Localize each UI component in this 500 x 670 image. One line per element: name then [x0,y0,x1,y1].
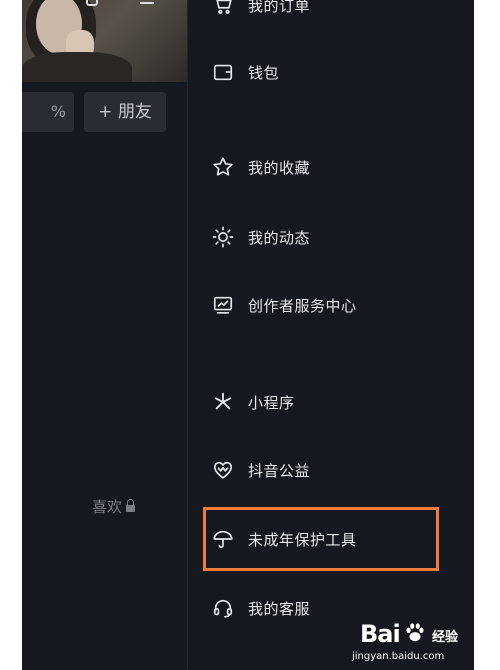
profile-action-button[interactable]: % [22,92,74,132]
chart-monitor-icon [212,294,234,316]
baidu-jingyan-watermark: Bai 经验 jingyan.baidu.com [352,618,470,668]
profile-panel: % + 朋友 喜欢 [22,0,187,670]
menu-item-label: 创作者服务中心 [248,296,357,315]
star-icon [212,156,234,178]
menu-item-label: 未成年保护工具 [248,530,357,549]
headset-icon [212,597,234,619]
menu-item-label: 我的订单 [248,0,311,15]
heart-icon [212,459,234,481]
menu-item-favorites[interactable]: 我的收藏 [212,147,452,187]
menu-item-label: 我的动态 [248,228,311,247]
paw-icon [406,623,424,642]
menu-item-creator-center[interactable]: 创作者服务中心 [212,285,452,325]
lock-icon [126,498,136,513]
watermark-sub: 经验 [432,630,459,645]
menu-item-label: 我的客服 [248,599,311,618]
menu-item-charity[interactable]: 抖音公益 [212,450,452,490]
watermark-url: jingyan.baidu.com [352,651,445,662]
profile-cover-photo [22,0,187,82]
umbrella-icon [212,528,234,550]
menu-item-mini-programs[interactable]: 小程序 [212,382,452,422]
menu-item-label: 我的收藏 [248,158,311,177]
side-drawer-menu: 我的订单 钱包 我的收藏 我的动态 创作者服务中心 小程序 抖音公益 未成年保护… [187,0,474,670]
watermark-brand: Bai [360,620,401,648]
menu-item-wallet[interactable]: 钱包 [212,52,452,92]
wallet-icon [212,61,234,83]
sun-icon [212,226,234,248]
square-icon[interactable] [86,0,98,6]
menu-item-label: 抖音公益 [248,461,311,480]
cart-icon [212,0,234,16]
likes-tab-label: 喜欢 [92,498,123,516]
menu-item-label: 钱包 [248,63,280,82]
menu-item-orders[interactable]: 我的订单 [212,0,452,25]
tab-likes[interactable]: 喜欢 [92,496,136,517]
menu-item-activity[interactable]: 我的动态 [212,217,452,257]
menu-item-label: 小程序 [248,393,295,412]
menu-icon[interactable] [140,2,154,4]
add-friend-button[interactable]: + 朋友 [84,92,166,132]
menu-item-minor-protection[interactable]: 未成年保护工具 [212,519,452,559]
phone-screen: % + 朋友 喜欢 我的订单 钱包 我的收藏 我的动态 创作者服务中心 小程序 … [22,0,474,670]
asterisk-icon [212,391,234,413]
